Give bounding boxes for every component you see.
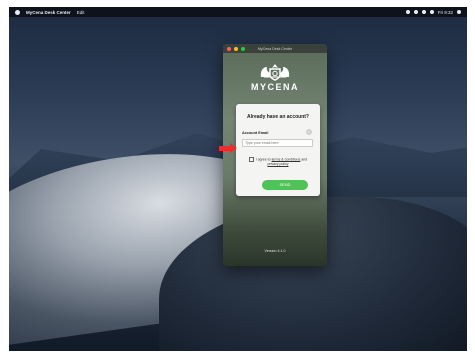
terms-agreement: I agree to terms & conditions and privac… <box>243 157 313 167</box>
menu-app-name[interactable]: MyCena Desk Center <box>26 10 71 15</box>
agree-middle: and <box>301 157 308 162</box>
status-area: Fri 9:32 <box>405 7 461 17</box>
info-icon[interactable]: i <box>306 129 312 135</box>
status-icon-1[interactable] <box>405 10 410 14</box>
send-button[interactable]: SEND <box>262 180 308 190</box>
menu-bar: MyCena Desk Center Edit Fri 9:32 <box>9 7 467 17</box>
annotation-arrow-icon <box>230 143 237 153</box>
window-title: MyCena Desk Center <box>257 46 293 51</box>
email-label: Account Email <box>242 131 269 135</box>
terms-link[interactable]: terms & conditions <box>272 157 301 161</box>
apple-menu-icon[interactable] <box>15 9 20 15</box>
volume-icon[interactable] <box>429 10 434 14</box>
agree-checkbox[interactable] <box>248 157 254 162</box>
menu-clock[interactable]: Fri 9:32 <box>438 10 453 15</box>
mycena-logo-icon <box>223 61 327 81</box>
wifi-icon[interactable] <box>421 10 426 14</box>
privacy-link[interactable]: privacy policy <box>267 162 288 166</box>
menu-item-edit[interactable]: Edit <box>77 10 85 15</box>
email-field[interactable] <box>242 139 313 147</box>
login-card: Already have an account? Account Email i… <box>236 104 320 196</box>
version-label: Version 4.1.0 <box>264 249 286 253</box>
agree-prefix: I agree to <box>255 157 271 162</box>
spotlight-icon[interactable] <box>457 10 461 14</box>
app-window: MyCena Desk Center MYCENA Already have a… <box>223 44 327 266</box>
status-icon-2[interactable] <box>413 10 418 14</box>
card-heading: Already have an account? <box>247 114 309 120</box>
window-titlebar[interactable]: MyCena Desk Center <box>223 44 327 53</box>
brand-name: MYCENA <box>250 82 299 92</box>
